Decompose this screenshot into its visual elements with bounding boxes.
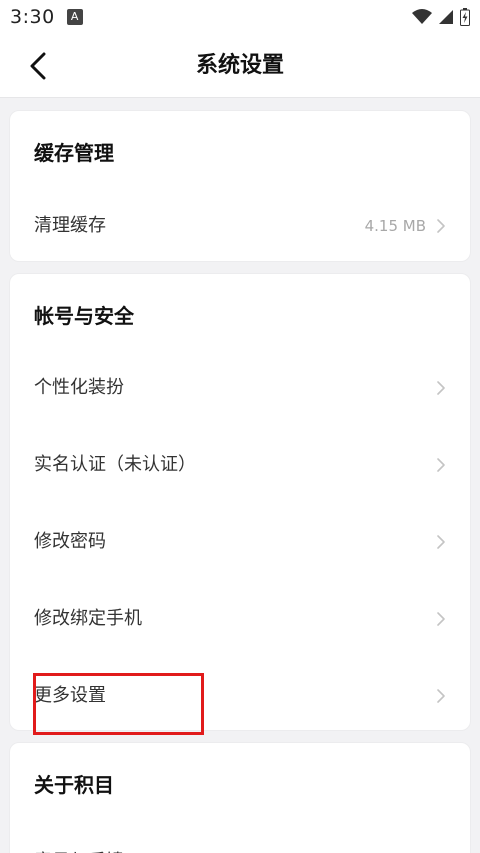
feedback-row[interactable]: 意见与反馈 [10,829,470,853]
chevron-right-icon [437,219,445,233]
status-icons [412,8,470,26]
back-button[interactable] [18,46,58,86]
personalization-row[interactable]: 个性化装扮 [10,355,470,421]
change-password-row[interactable]: 修改密码 [10,509,470,575]
change-bound-phone-row[interactable]: 修改绑定手机 [10,586,470,652]
section-about: 关于积目 意见与反馈 [9,742,471,853]
real-name-verification-row[interactable]: 实名认证（未认证） [10,432,470,498]
cache-size-value: 4.15 MB [364,217,426,235]
row-label: 清理缓存 [34,215,106,236]
section-title: 帐号与安全 [34,304,134,328]
more-settings-row[interactable]: 更多设置 [10,663,470,729]
notification-icon: A [66,9,83,25]
section-title: 缓存管理 [34,141,114,165]
row-label: 修改密码 [34,531,106,552]
app-bar: 系统设置 [0,34,480,98]
section-cache-management: 缓存管理 清理缓存 4.15 MB [9,110,471,262]
row-label: 修改绑定手机 [34,608,142,629]
chevron-right-icon [437,612,445,626]
row-label: 更多设置 [34,685,106,706]
battery-charging-icon [460,8,470,26]
chevron-right-icon [437,458,445,472]
wifi-icon [412,9,432,24]
clear-cache-row[interactable]: 清理缓存 4.15 MB [10,193,470,259]
section-account-security: 帐号与安全 个性化装扮 实名认证（未认证） 修改密码 修改绑定手机 更多设置 [9,273,471,731]
row-label: 实名认证（未认证） [34,454,196,475]
chevron-right-icon [437,381,445,395]
chevron-left-icon [30,52,46,80]
row-label: 意见与反馈 [34,829,124,853]
chevron-right-icon [437,689,445,703]
cellular-signal-icon [439,10,453,24]
status-time: 3:30 [10,6,55,28]
status-bar: 3:30 A [0,0,480,34]
row-label: 个性化装扮 [34,377,124,398]
section-title: 关于积目 [34,773,114,797]
chevron-right-icon [437,535,445,549]
page-title: 系统设置 [195,53,284,78]
